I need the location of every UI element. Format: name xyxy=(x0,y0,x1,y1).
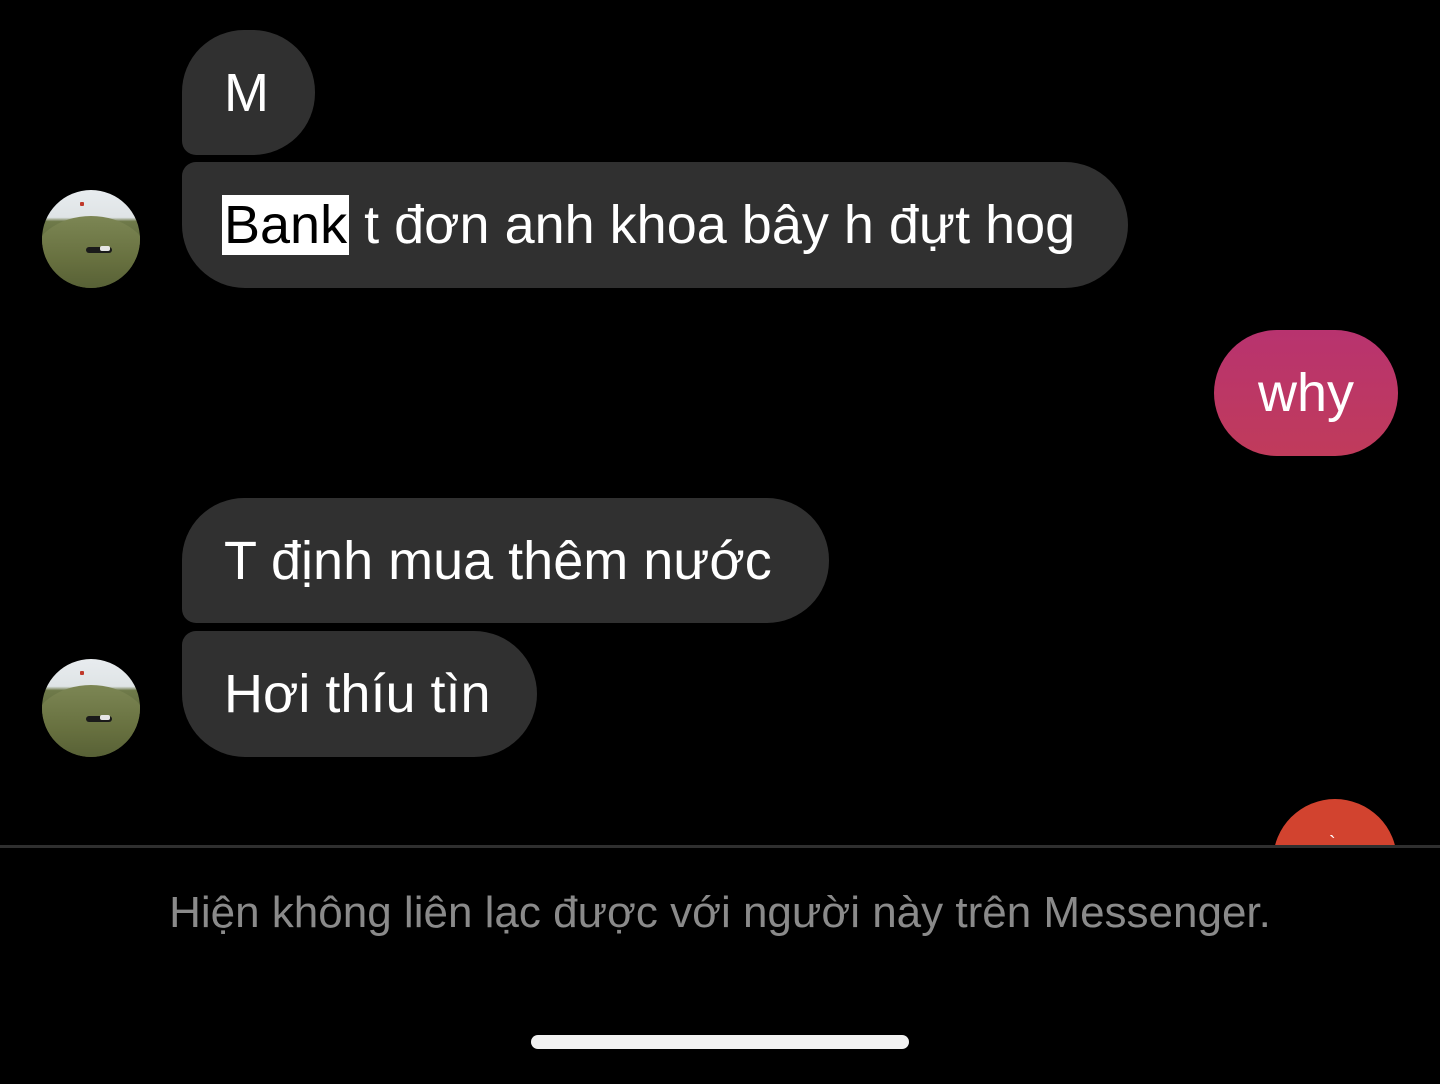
message-text: why xyxy=(1257,363,1355,423)
contact-avatar-icon[interactable] xyxy=(42,190,140,288)
avatar-kite xyxy=(80,202,84,206)
avatar-figure-detail xyxy=(100,715,110,720)
message-bubble-outgoing[interactable]: why xyxy=(1214,330,1398,456)
highlighted-text[interactable]: Bank xyxy=(222,195,350,255)
message-bubble-incoming[interactable]: Bank t đơn anh khoa bây h đựt hog xyxy=(182,162,1128,288)
message-thread[interactable]: M Bank t đơn anh khoa bây h đựt hog why … xyxy=(0,0,1440,846)
avatar-kite xyxy=(80,671,84,675)
contact-avatar-icon[interactable] xyxy=(42,659,140,757)
message-bubble-incoming[interactable]: T định mua thêm nước xyxy=(182,498,829,623)
seen-avatar-icon: ` xyxy=(1273,799,1397,846)
home-indicator[interactable] xyxy=(531,1035,909,1049)
composer-divider xyxy=(0,845,1440,848)
message-text: M xyxy=(224,62,269,123)
message-bubble-incoming[interactable]: M xyxy=(182,30,315,155)
message-text: Hơi thíu tìn xyxy=(224,664,491,724)
message-text: t đơn anh khoa bây h đựt hog xyxy=(349,195,1076,255)
message-bubble-incoming[interactable]: Hơi thíu tìn xyxy=(182,631,537,757)
unavailable-notice: Hiện không liên lạc được với người này t… xyxy=(169,888,1271,937)
avatar-figure-detail xyxy=(100,246,110,251)
message-text: T định mua thêm nước xyxy=(224,530,772,591)
